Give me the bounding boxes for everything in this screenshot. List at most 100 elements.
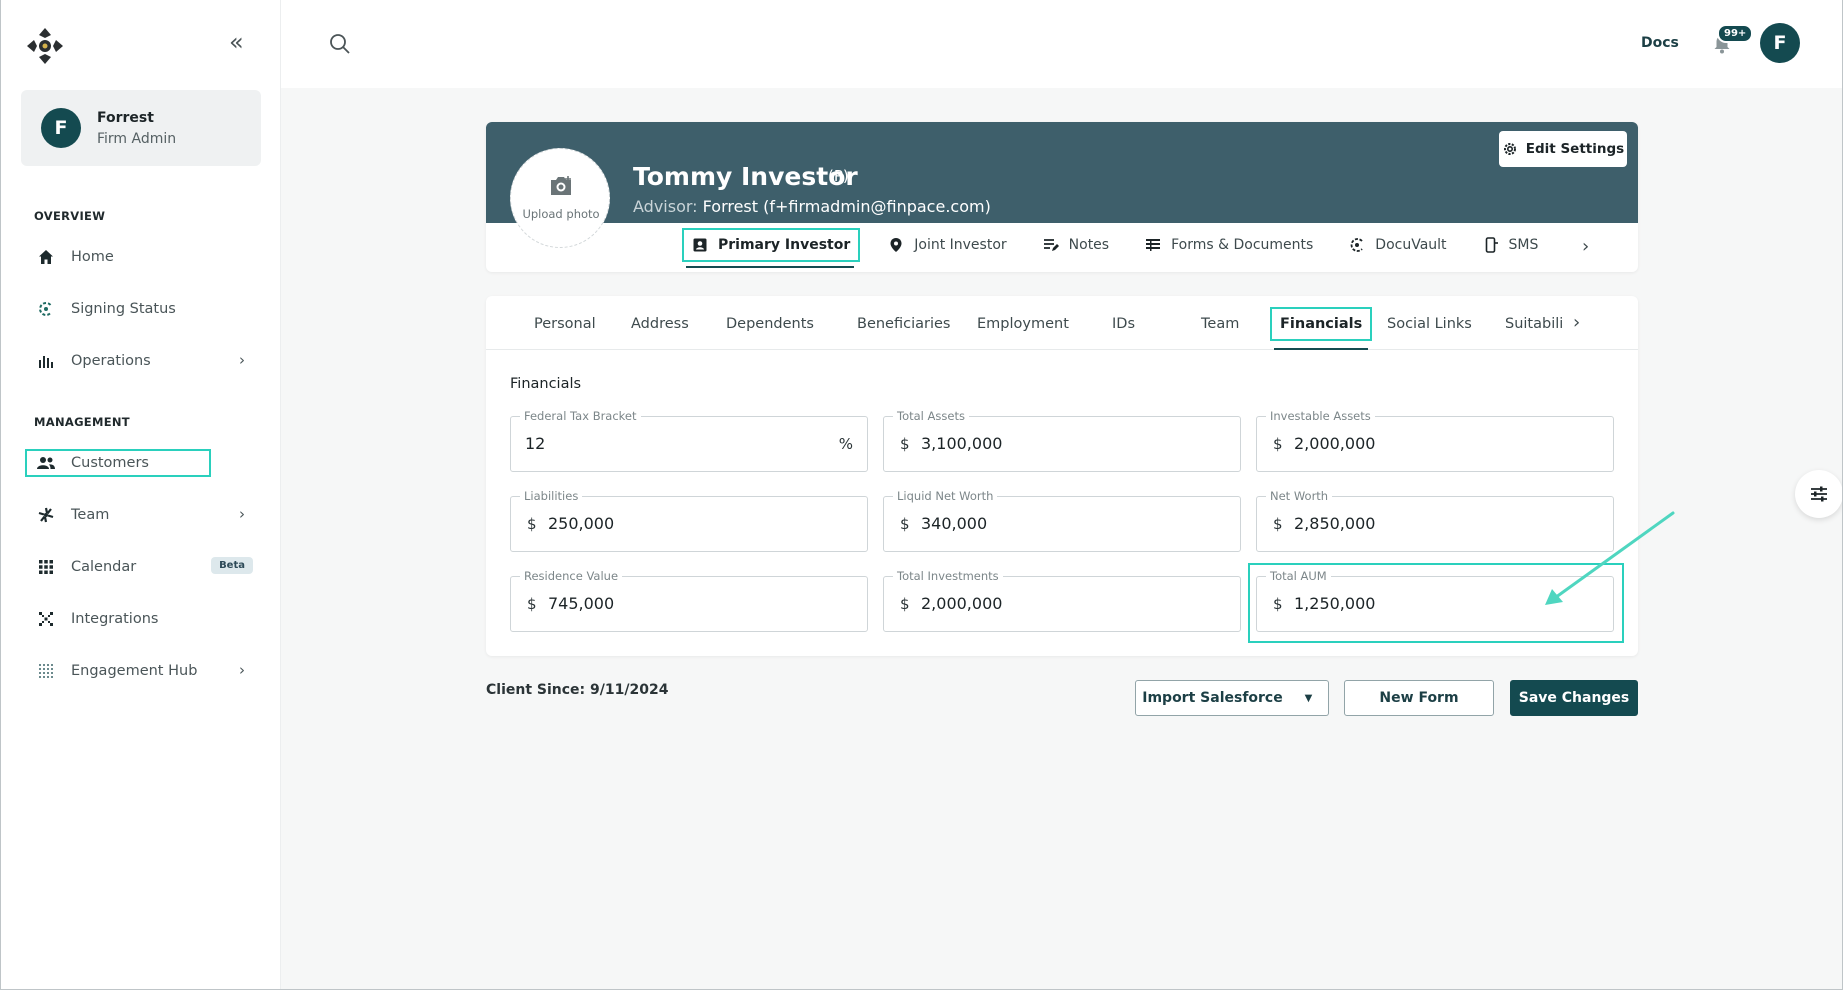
subtab-personal[interactable]: Personal	[526, 307, 604, 341]
tab-label: DocuVault	[1375, 237, 1447, 253]
chevron-right-icon: ›	[239, 661, 245, 679]
subtab-social-links[interactable]: Social Links	[1379, 307, 1480, 341]
import-dropdown-caret-icon[interactable]: ▼	[1289, 680, 1329, 716]
app-frame: « F Forrest Firm Admin OVERVIEW Home Sig…	[0, 0, 1843, 990]
tab-sms[interactable]: SMS	[1475, 228, 1547, 262]
field-label: Total Assets	[893, 409, 969, 423]
sidebar-item-label: Team	[71, 507, 110, 523]
federal-tax-bracket-field[interactable]: Federal Tax Bracket 12 %	[510, 409, 868, 472]
sidebar-item-home[interactable]: Home	[27, 239, 259, 275]
search-icon[interactable]	[329, 33, 351, 55]
tab-primary-investor[interactable]: Primary Investor	[682, 228, 861, 268]
field-label: Net Worth	[1266, 489, 1333, 503]
tab-forms-documents[interactable]: Forms & Documents	[1137, 228, 1321, 262]
subtab-employment[interactable]: Employment	[969, 307, 1077, 341]
subtab-financials[interactable]: Financials	[1270, 307, 1373, 350]
financials-card: Personal Address Dependents Beneficiarie…	[486, 296, 1638, 656]
upload-photo-button[interactable]: Upload photo	[510, 148, 610, 248]
camera-icon	[551, 176, 571, 195]
sidebar-item-customers[interactable]: Customers	[25, 449, 211, 477]
signing-status-icon	[31, 299, 61, 319]
subtab-address[interactable]: Address	[623, 307, 697, 341]
subtab-suitability[interactable]: Suitabili	[1497, 307, 1571, 341]
sidebar-item-label: Calendar	[71, 559, 137, 575]
sidebar: « F Forrest Firm Admin OVERVIEW Home Sig…	[1, 0, 281, 990]
sidebar-item-engagement-hub[interactable]: Engagement Hub ›	[27, 653, 259, 689]
financials-title: Financials	[510, 376, 582, 392]
docs-link[interactable]: Docs	[1641, 35, 1679, 51]
filter-settings-button[interactable]	[1795, 470, 1843, 518]
operations-icon	[31, 351, 61, 371]
investor-name: Tommy Investor	[633, 162, 858, 191]
notification-badge: 99+	[1717, 24, 1754, 43]
logo-icon[interactable]	[23, 24, 67, 68]
sidebar-item-signing-status[interactable]: Signing Status	[27, 291, 259, 327]
advisor-label: Advisor:	[633, 197, 698, 216]
tab-label: Primary Investor	[718, 237, 851, 253]
field-value: 340,000	[921, 514, 988, 533]
currency-prefix: $	[1273, 595, 1283, 613]
new-form-button[interactable]: New Form	[1344, 680, 1494, 716]
net-worth-field[interactable]: Net Worth $ 2,850,000	[1256, 489, 1614, 552]
sidebar-item-label: Engagement Hub	[71, 663, 198, 679]
user-role: Firm Admin	[97, 131, 177, 147]
currency-prefix: $	[527, 515, 537, 533]
advisor-line: Advisor: Forrest (f+firmadmin@finpace.co…	[633, 197, 991, 216]
section-subtabs: Personal Address Dependents Beneficiarie…	[486, 296, 1638, 350]
tab-label: SMS	[1508, 237, 1539, 253]
total-investments-field[interactable]: Total Investments $ 2,000,000	[883, 569, 1241, 632]
subtab-dependents[interactable]: Dependents	[718, 307, 822, 341]
tab-docuvault[interactable]: DocuVault	[1341, 228, 1454, 262]
chevron-right-icon[interactable]: ›	[1573, 312, 1580, 333]
avatar[interactable]: F	[1760, 23, 1800, 63]
field-value: 2,850,000	[1294, 514, 1376, 533]
advisor-value: Forrest (f+firmadmin@finpace.com)	[702, 197, 991, 216]
section-label-management: MANAGEMENT	[34, 415, 130, 429]
save-changes-button[interactable]: Save Changes	[1510, 680, 1638, 716]
sidebar-item-team[interactable]: Team ›	[27, 497, 259, 533]
notes-icon	[1043, 239, 1059, 251]
currency-prefix: $	[527, 595, 537, 613]
tab-notes[interactable]: Notes	[1035, 228, 1117, 262]
chevron-right-icon[interactable]: ›	[1582, 236, 1589, 257]
currency-prefix: $	[900, 435, 910, 453]
team-icon	[31, 505, 61, 525]
profile-tabs: Primary Investor Joint Investor Notes Fo…	[682, 228, 1566, 268]
liabilities-field[interactable]: Liabilities $ 250,000	[510, 489, 868, 552]
import-salesforce-button[interactable]: Import Salesforce	[1135, 680, 1290, 716]
investable-assets-field[interactable]: Investable Assets $ 2,000,000	[1256, 409, 1614, 472]
upload-photo-label: Upload photo	[522, 207, 600, 221]
total-assets-field[interactable]: Total Assets $ 3,100,000	[883, 409, 1241, 472]
field-label: Total Investments	[893, 569, 1003, 583]
currency-prefix: $	[900, 515, 910, 533]
sidebar-item-calendar[interactable]: Calendar Beta	[27, 549, 259, 585]
tab-label: Joint Investor	[914, 237, 1007, 253]
field-value: 3,100,000	[921, 434, 1003, 453]
liquid-net-worth-field[interactable]: Liquid Net Worth $ 340,000	[883, 489, 1241, 552]
residence-value-field[interactable]: Residence Value $ 745,000	[510, 569, 868, 632]
sidebar-item-integrations[interactable]: Integrations	[27, 601, 259, 637]
user-card[interactable]: F Forrest Firm Admin	[21, 90, 261, 166]
user-name: Forrest	[97, 110, 154, 126]
sidebar-item-operations[interactable]: Operations ›	[27, 343, 259, 379]
subtab-ids[interactable]: IDs	[1104, 307, 1143, 341]
total-aum-field[interactable]: Total AUM $ 1,250,000	[1256, 569, 1614, 632]
tab-joint-investor[interactable]: Joint Investor	[880, 228, 1014, 262]
collapse-sidebar-icon[interactable]: «	[229, 30, 253, 56]
field-label: Liquid Net Worth	[893, 489, 998, 503]
subtab-team[interactable]: Team	[1193, 307, 1247, 341]
field-label: Federal Tax Bracket	[520, 409, 641, 423]
edit-settings-button[interactable]: Edit Settings	[1499, 131, 1627, 167]
sliders-icon	[1811, 486, 1827, 502]
topbar: Docs 99+ F	[281, 0, 1843, 88]
integrations-icon	[31, 609, 61, 629]
gear-icon	[1503, 143, 1516, 155]
profile-header-card: Upload photo Tommy Investor (P) Advisor:…	[486, 122, 1638, 272]
edit-settings-label: Edit Settings	[1525, 141, 1625, 157]
field-value: 250,000	[548, 514, 615, 533]
subtab-beneficiaries[interactable]: Beneficiaries	[849, 307, 958, 341]
calendar-icon	[31, 557, 61, 577]
field-value: 745,000	[548, 594, 615, 613]
field-value: 12	[525, 434, 546, 453]
beta-badge: Beta	[211, 557, 253, 574]
